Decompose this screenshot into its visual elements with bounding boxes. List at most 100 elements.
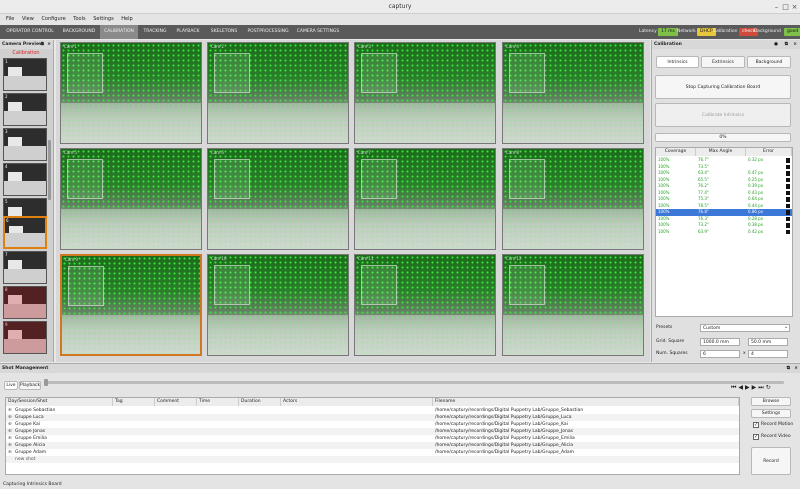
num-squares-b[interactable]: 4 xyxy=(748,350,788,358)
minimize-icon[interactable]: – xyxy=(772,3,781,12)
column-header[interactable]: Day/Session/Shot xyxy=(6,398,113,406)
camera-thumb-selected[interactable]: 6 xyxy=(3,216,47,249)
camera-view[interactable]: Cam 1 xyxy=(60,42,202,144)
timeline-handle[interactable] xyxy=(44,379,48,386)
camera-view[interactable]: Cam 5 xyxy=(60,148,202,250)
column-header[interactable]: Max Angle xyxy=(696,148,746,156)
info-icon[interactable]: ● xyxy=(774,40,778,49)
camera-view-selected[interactable]: Cam 9 xyxy=(60,254,202,356)
expand-icon[interactable]: ⊕ xyxy=(8,407,12,414)
menu-settings[interactable]: Settings xyxy=(93,14,114,25)
calibrate-intrinsics-button[interactable]: Calibrate Intrinsics xyxy=(655,103,791,127)
panel-close-icon[interactable]: × xyxy=(47,40,51,49)
camera-view[interactable]: Cam 12 xyxy=(502,254,644,356)
tab-camera-settings[interactable]: CAMERA SETTINGS xyxy=(294,25,342,39)
column-header[interactable]: Duration xyxy=(239,398,281,406)
grid-square-size-b[interactable]: 50.0 mm xyxy=(748,338,788,346)
tab-operator-control[interactable]: OPERATOR CONTROL xyxy=(2,25,58,39)
record-motion-checkbox[interactable]: ✓ xyxy=(753,422,759,428)
camera-view[interactable]: Cam 6 xyxy=(207,148,349,250)
shot-row[interactable]: ⊕ Gruppe Emilia/home/captury/recordings/D… xyxy=(6,435,739,442)
column-header[interactable]: Actors xyxy=(281,398,433,406)
play-icon[interactable]: ▶ xyxy=(745,384,752,391)
timeline-slider[interactable] xyxy=(44,381,784,384)
presets-select[interactable]: Custom xyxy=(700,324,790,332)
settings-button[interactable]: Settings xyxy=(751,409,791,418)
tab-calibration[interactable]: CALIBRATION xyxy=(100,25,138,39)
tab-tracking[interactable]: TRACKING xyxy=(140,25,170,39)
menu-view[interactable]: View xyxy=(22,14,34,25)
camera-thumb[interactable]: 8 xyxy=(3,286,47,319)
camera-view[interactable]: Cam 4 xyxy=(502,42,644,144)
menu-tools[interactable]: Tools xyxy=(73,14,85,25)
shot-name: Gruppe Adam xyxy=(15,450,47,455)
column-header[interactable]: Tag xyxy=(113,398,155,406)
shot-filename: /home/captury/recordings/Digital Puppetr… xyxy=(435,422,568,427)
new-shot-row[interactable]: new shot xyxy=(6,456,739,463)
camera-view[interactable]: Cam 3 xyxy=(354,42,496,144)
stop-capturing-button[interactable]: Stop Capturing Calibration Board xyxy=(655,75,791,99)
playback-mode-button[interactable]: Playback xyxy=(19,381,41,390)
calibration-row[interactable]: 100% 63.9° 0.42 px xyxy=(656,229,792,236)
camera-thumb[interactable]: 9 xyxy=(3,321,47,354)
camera-view[interactable]: Cam 8 xyxy=(502,148,644,250)
camera-view[interactable]: Cam 7 xyxy=(354,148,496,250)
undock-icon[interactable]: ⧉ xyxy=(41,40,44,49)
shot-row[interactable]: ⊕ Gruppe Luca/home/captury/recordings/Dig… xyxy=(6,414,739,421)
record-video-checkbox[interactable]: ✓ xyxy=(753,434,759,440)
tab-background-calib[interactable]: Background xyxy=(747,56,791,68)
camera-thumb[interactable]: 7 xyxy=(3,251,47,284)
thumbs-scrollbar[interactable] xyxy=(48,140,51,200)
title-bar: captury – □ × xyxy=(0,0,800,14)
menu-configure[interactable]: Configure xyxy=(41,14,65,25)
column-header[interactable]: Comment xyxy=(155,398,197,406)
shot-row[interactable]: ⊕ Gruppe Alicia/home/captury/recordings/D… xyxy=(6,442,739,449)
grid-square-size-a[interactable]: 1000.0 mm xyxy=(700,338,740,346)
camera-thumb[interactable]: 4 xyxy=(3,163,47,196)
camera-color-swatch xyxy=(786,223,790,228)
shot-row[interactable]: ⊕ Gruppe Jonas/home/captury/recordings/Di… xyxy=(6,428,739,435)
column-header[interactable]: Time xyxy=(197,398,239,406)
maximize-icon[interactable]: □ xyxy=(781,3,790,12)
panel-close-icon[interactable]: × xyxy=(793,40,797,49)
skip-end-icon[interactable]: ⏭ xyxy=(758,384,765,391)
camera-thumb[interactable]: 1 xyxy=(3,58,47,91)
expand-icon[interactable]: ⊕ xyxy=(8,442,12,449)
camera-view[interactable]: Cam 10 xyxy=(207,254,349,356)
browse-button[interactable]: Browse xyxy=(751,397,791,406)
shot-row[interactable]: ⊕ Gruppe Sebastian/home/captury/recording… xyxy=(6,407,739,414)
panel-close-icon[interactable]: × xyxy=(794,364,798,373)
column-header[interactable]: Filename xyxy=(433,398,739,406)
num-squares-a[interactable]: 6 xyxy=(700,350,740,358)
close-icon[interactable]: × xyxy=(790,3,799,12)
loop-icon[interactable]: ↻ xyxy=(766,384,773,391)
expand-icon[interactable]: ⊕ xyxy=(8,449,12,456)
live-mode-button[interactable]: Live xyxy=(4,381,18,390)
calibration-cell: 0.42 px xyxy=(748,228,764,234)
camera-label: Cam 5 xyxy=(64,150,77,155)
camera-preview-title: Camera Preview xyxy=(2,42,44,47)
undock-icon[interactable]: ⧉ xyxy=(787,364,790,373)
record-button[interactable]: Record xyxy=(751,447,791,475)
expand-icon[interactable]: ⊕ xyxy=(8,414,12,421)
menu-file[interactable]: File xyxy=(6,14,14,25)
expand-icon[interactable]: ⊕ xyxy=(8,421,12,428)
tab-intrinsics[interactable]: Intrinsics xyxy=(656,56,699,68)
camera-view[interactable]: Cam 2 xyxy=(207,42,349,144)
camera-thumb[interactable]: 3 xyxy=(3,128,47,161)
tab-skeletons[interactable]: SKELETONS xyxy=(206,25,242,39)
shot-row[interactable]: ⊕ Gruppe Kai/home/captury/recordings/Digi… xyxy=(6,421,739,428)
expand-icon[interactable]: ⊕ xyxy=(8,428,12,435)
camera-thumb[interactable]: 2 xyxy=(3,93,47,126)
tab-background[interactable]: BACKGROUND xyxy=(60,25,98,39)
tab-playback[interactable]: PLAYBACK xyxy=(172,25,204,39)
column-header[interactable]: Error xyxy=(746,148,792,156)
menu-help[interactable]: Help xyxy=(121,14,132,25)
camera-view[interactable]: Cam 11 xyxy=(354,254,496,356)
column-header[interactable]: Coverage xyxy=(656,148,696,156)
shot-row[interactable]: ⊕ Gruppe Adam/home/captury/recordings/Dig… xyxy=(6,449,739,456)
expand-icon[interactable]: ⊕ xyxy=(8,435,12,442)
tab-postprocessing[interactable]: POSTPROCESSING xyxy=(244,25,292,39)
tab-extrinsics[interactable]: Extrinsics xyxy=(701,56,745,68)
undock-icon[interactable]: ⧉ xyxy=(785,40,788,49)
